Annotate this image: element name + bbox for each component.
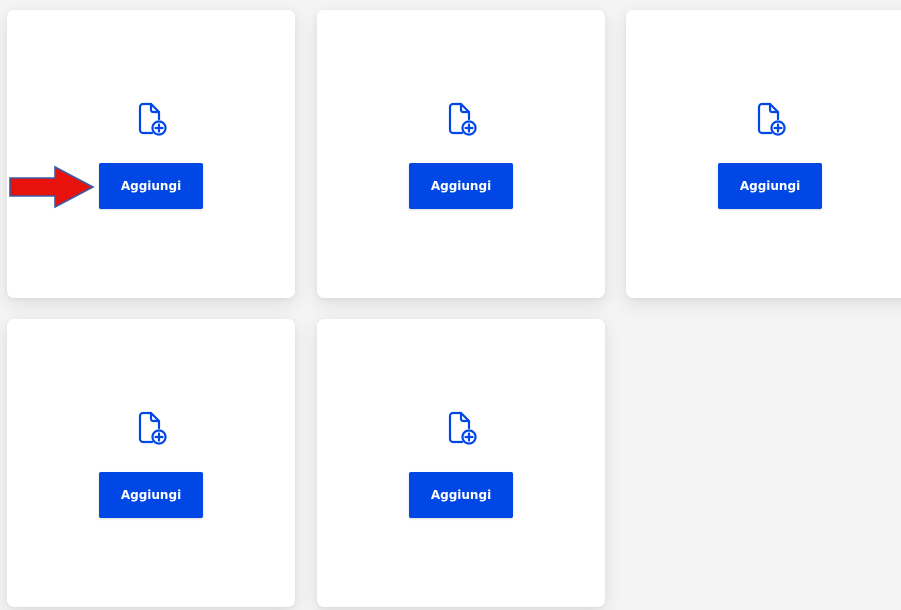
upload-card: Aggiungi <box>626 10 901 298</box>
file-add-icon <box>446 411 478 447</box>
file-add-icon <box>446 102 478 138</box>
upload-card: Aggiungi <box>317 319 605 607</box>
add-button[interactable]: Aggiungi <box>409 163 513 209</box>
upload-card: Aggiungi <box>7 10 295 298</box>
upload-card: Aggiungi <box>317 10 605 298</box>
file-add-icon <box>136 411 168 447</box>
add-button[interactable]: Aggiungi <box>718 163 822 209</box>
add-button[interactable]: Aggiungi <box>409 472 513 518</box>
card-grid: Aggiungi Aggiungi Aggiungi Aggiungi Aggi… <box>0 0 901 610</box>
add-button[interactable]: Aggiungi <box>99 163 203 209</box>
file-add-icon <box>755 102 787 138</box>
add-button[interactable]: Aggiungi <box>99 472 203 518</box>
upload-card: Aggiungi <box>7 319 295 607</box>
file-add-icon <box>136 102 168 138</box>
red-arrow-icon <box>7 165 95 209</box>
